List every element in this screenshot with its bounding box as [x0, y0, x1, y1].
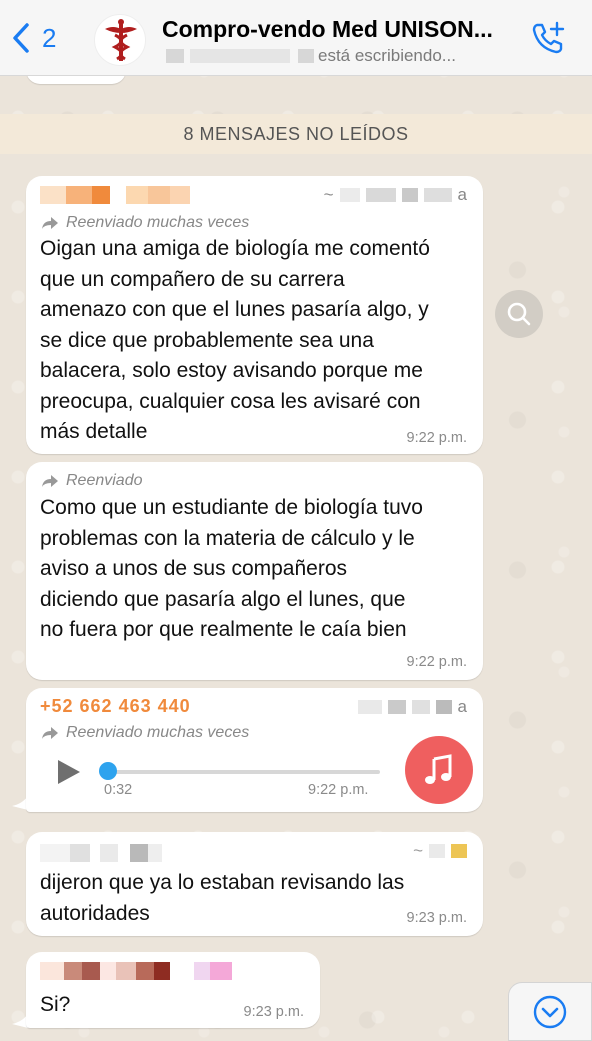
- message-bubble[interactable]: ~ dijeron que ya lo estaban revisando la…: [26, 832, 483, 936]
- forward-arrow-icon: [42, 475, 58, 487]
- voice-message-bubble[interactable]: +52 662 463 440 a Reenviado muchas veces…: [26, 688, 483, 812]
- message-time: 9:23 p.m.: [243, 1004, 304, 1020]
- typing-status-row: está escribiendo...: [166, 46, 456, 66]
- redacted-sender-alias: a: [357, 697, 467, 716]
- music-note-icon: [425, 754, 452, 784]
- message-text: Oigan una amiga de biología me comentó q…: [40, 237, 430, 443]
- message-bubble[interactable]: Reenviado Como que un estudiante de biol…: [26, 462, 483, 680]
- forward-arrow-icon: [42, 217, 58, 229]
- message-time: 9:22 p.m.: [406, 654, 467, 670]
- back-button[interactable]: 2: [10, 22, 56, 54]
- chevron-down-circle-icon: [533, 995, 567, 1028]
- search-button[interactable]: [495, 290, 543, 338]
- audio-duration: 0:32: [104, 782, 133, 798]
- redacted-sender: [40, 186, 190, 206]
- forwarded-label: Reenviado muchas veces: [40, 214, 249, 232]
- redacted-sender: [40, 962, 232, 982]
- group-avatar[interactable]: [94, 14, 146, 66]
- redacted-name: [190, 49, 290, 63]
- message-time: 9:22 p.m.: [406, 430, 467, 446]
- message-time: 9:23 p.m.: [406, 910, 467, 926]
- forwarded-label: Reenviado: [40, 472, 143, 490]
- scroll-to-bottom-button[interactable]: [508, 982, 592, 1041]
- typing-status: está escribiendo...: [318, 46, 456, 65]
- message-bubble[interactable]: Si? 9:23 p.m.: [26, 952, 320, 1028]
- caduceus-logo: [105, 19, 137, 61]
- forward-arrow-icon: [42, 727, 58, 739]
- back-unread-count: 2: [42, 22, 57, 53]
- message-bubble[interactable]: ~ a Reenviado muchas veces Oigan una ami…: [26, 176, 483, 454]
- chat-title[interactable]: Compro-vendo Med UNISON...: [162, 16, 518, 43]
- play-icon[interactable]: [56, 758, 82, 786]
- redacted-name: [166, 49, 184, 63]
- voice-note-avatar: [405, 736, 473, 804]
- message-time: 9:22 p.m.: [308, 782, 369, 798]
- message-text: Si?: [40, 993, 71, 1016]
- chat-header: 2 Compro-vendo Med UNISON... está escrib…: [0, 0, 592, 76]
- phone-add-icon[interactable]: [530, 20, 566, 56]
- audio-progress-track[interactable]: [106, 770, 380, 774]
- redacted-name: [298, 49, 314, 63]
- unread-messages-banner: 8 MENSAJES NO LEÍDOS: [0, 114, 592, 154]
- message-text: dijeron que ya lo estaban revisando las …: [40, 871, 405, 925]
- sender-number: +52 662 463 440: [40, 696, 191, 716]
- forwarded-label: Reenviado muchas veces: [40, 724, 249, 742]
- chevron-left-icon: [13, 23, 29, 53]
- redacted-sender-alias: ~: [413, 841, 467, 860]
- redacted-sender-alias: ~ a: [323, 185, 467, 204]
- audio-progress-knob[interactable]: [99, 762, 117, 780]
- redacted-sender: [40, 844, 162, 864]
- message-text: Como que un estudiante de biología tuvo …: [40, 496, 423, 641]
- search-icon: [507, 302, 531, 326]
